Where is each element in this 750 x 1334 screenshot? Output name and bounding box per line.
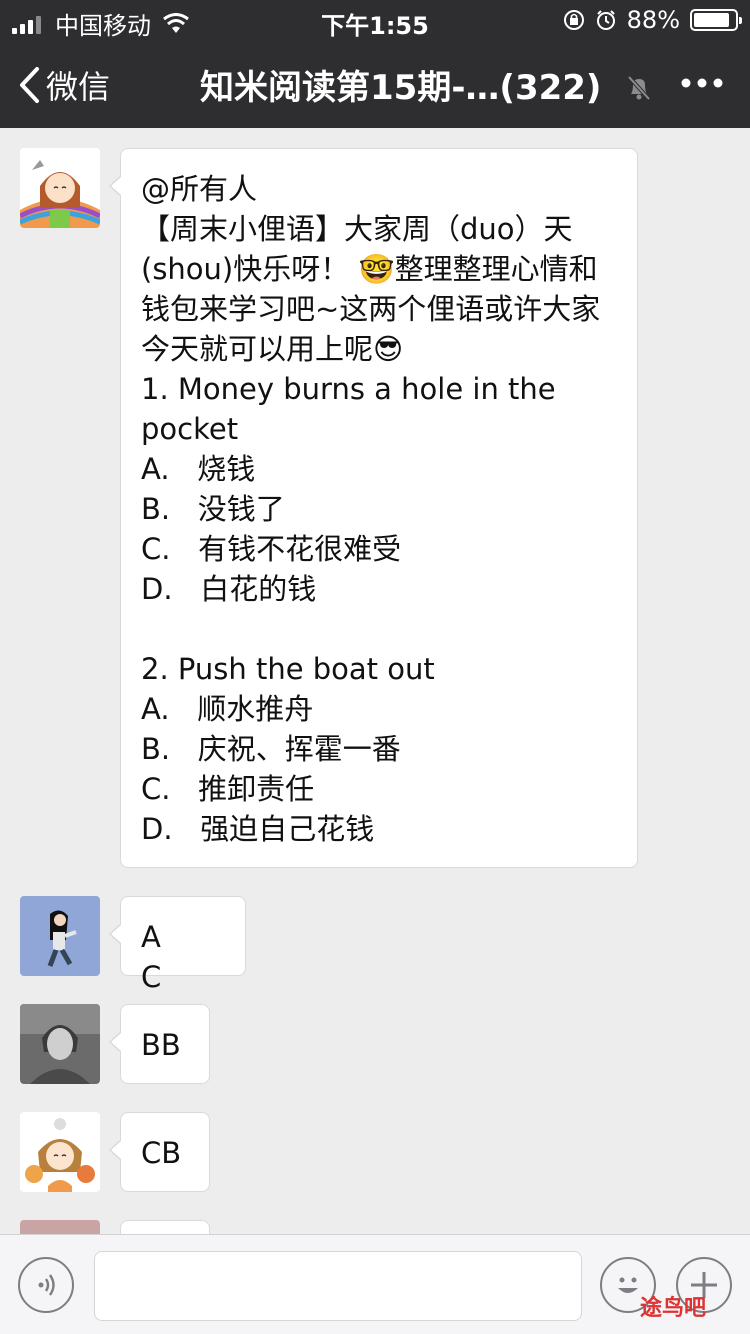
voice-button[interactable] [18,1257,74,1313]
wechat-chat-screen: 中国移动 下午1:55 88% 微信 知米阅读第15期-…(322) @所有人 … [0,0,750,1334]
message-bubble[interactable]: CB [109,1112,210,1192]
top-bar: 中国移动 下午1:55 88% 微信 知米阅读第15期-…(322) [0,0,750,128]
back-button[interactable]: 微信 [18,62,110,108]
running-girl-avatar[interactable] [20,896,100,976]
message-bubble[interactable]: @所有人 【周末小俚语】大家周（duo）天(shou)快乐呀！ 🤓整理整理心情和… [109,148,638,868]
cartoon-girl-avatar[interactable] [20,148,100,228]
message-input[interactable] [94,1251,582,1321]
message-bubble[interactable]: BB [109,1004,210,1084]
message-bubble[interactable]: A C [109,896,246,994]
message-list[interactable]: @所有人 【周末小俚语】大家周（duo）天(shou)快乐呀！ 🤓整理整理心情和… [0,128,750,1234]
message-bubble[interactable] [120,1220,210,1234]
more-button[interactable] [680,68,724,102]
avatar[interactable] [20,1220,100,1234]
nav-bar: 微信 知米阅读第15期-…(322) [0,44,750,128]
vintage-photo-avatar[interactable] [20,1004,100,1084]
cartoon-cats-avatar[interactable] [20,1112,100,1192]
back-label: 微信 [46,68,111,106]
input-bar [0,1234,750,1334]
more-icon [681,78,723,88]
status-bar: 中国移动 下午1:55 88% [0,0,750,40]
watermark: 途鸟吧 [640,1296,707,1321]
alarm-icon [596,10,615,30]
back-chevron-icon [20,67,39,103]
voice-icon [38,1274,55,1296]
battery-icon [690,9,742,31]
mute-bell-icon [627,75,651,101]
battery-percent: 88% [626,6,680,34]
rotation-lock-icon [563,10,584,30]
chat-title: 知米阅读第15期-…(322) [200,68,602,108]
